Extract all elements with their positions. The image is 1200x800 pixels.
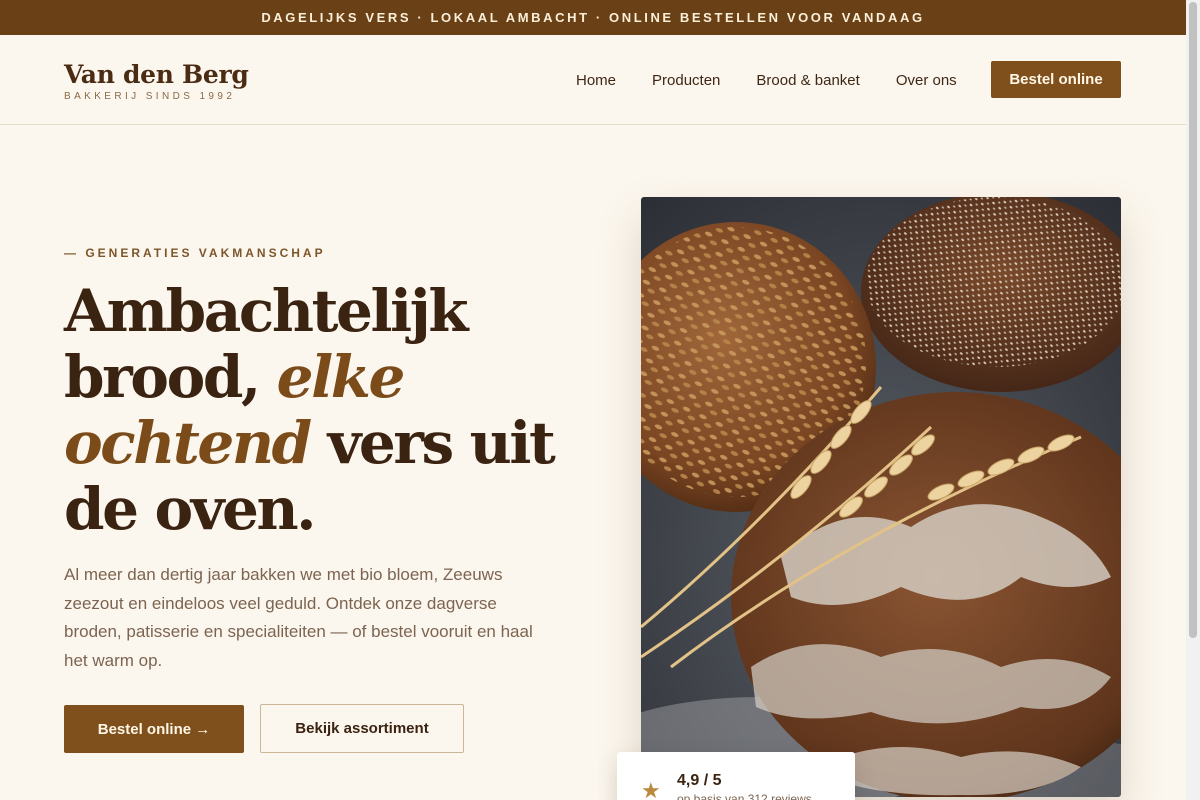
logo-subtitle: BAKKERIJ SINDS 1992 [64,91,236,102]
headline-accent-2: ochtend [64,409,312,477]
order-online-button[interactable]: Bestel online [991,61,1121,98]
hero-order-button[interactable]: Bestel online → [64,705,244,753]
announcement-bar: DAGELIJKS VERS · LOKAAL AMBACHT · ONLINE… [0,0,1186,35]
logo[interactable]: Van den Berg BAKKERIJ SINDS 1992 [64,60,249,102]
rating-note: op basis van 312 reviews [677,792,812,800]
nav-home[interactable]: Home [576,72,616,89]
main-nav: Home Producten Brood & banket Over ons [576,35,993,125]
nav-over-ons[interactable]: Over ons [896,72,957,89]
hero-eyebrow: — GENERATIES VAKMANSCHAP [64,246,326,260]
headline-accent-1: elke [276,343,406,411]
logo-name: Van den Berg [64,60,249,89]
hero-bread-image [641,197,1121,797]
page-scrollbar[interactable] [1186,0,1200,800]
hero-headline: Ambachtelijk brood, elke ochtend vers ui… [64,278,584,542]
headline-part-1: Ambachtelijk brood, [64,277,469,411]
rating-value: 4,9 / 5 [677,772,722,789]
site-header: Van den Berg BAKKERIJ SINDS 1992 Home Pr… [0,35,1186,125]
view-assortment-button[interactable]: Bekijk assortiment [260,704,464,753]
hero-description: Al meer dan dertig jaar bakken we met bi… [64,565,533,670]
star-icon: ★ [641,778,661,800]
rating-card: ★ 4,9 / 5 op basis van 312 reviews [617,752,855,800]
nav-producten[interactable]: Producten [652,72,720,89]
nav-brood-banket[interactable]: Brood & banket [756,72,859,89]
announcement-text: DAGELIJKS VERS · LOKAAL AMBACHT · ONLINE… [261,10,925,25]
scrollbar-thumb[interactable] [1189,2,1197,638]
